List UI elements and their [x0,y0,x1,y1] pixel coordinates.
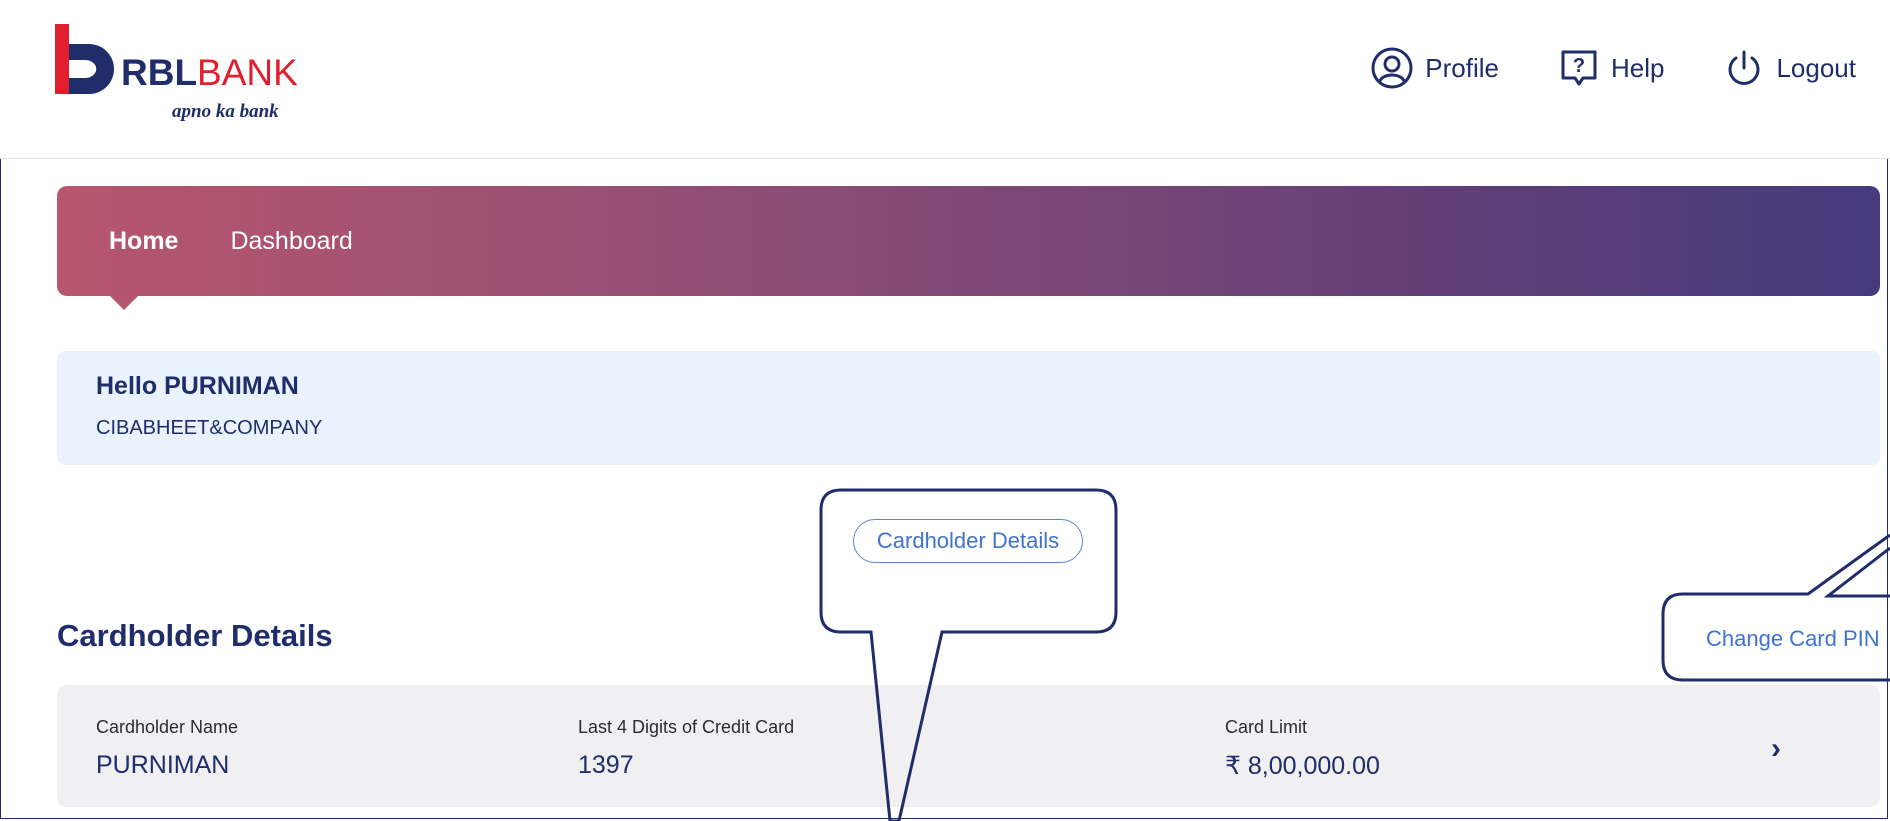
chevron-right-icon[interactable]: › [1771,732,1781,766]
greeting-panel: Hello PURNIMAN CIBABHEET&COMPANY [57,351,1880,465]
power-icon [1729,50,1760,85]
change-card-pin-link[interactable]: Change Card PIN [1706,626,1880,652]
card-limit-label: Card Limit [1225,717,1308,737]
greeting-name: Hello PURNIMAN [96,372,299,400]
help-label: Help [1610,52,1665,83]
header: RBLBANK apno ka bank Profile ? Help Logo… [0,0,1890,159]
banner-tabs: Home Dashboard [109,186,353,296]
profile-link[interactable]: Profile [1371,47,1499,89]
logout-link[interactable]: Logout [1724,48,1856,88]
logo-bank-text: BANK [197,52,298,93]
profile-label: Profile [1425,52,1499,83]
profile-icon [1371,47,1413,89]
cardholder-name-value: PURNIMAN [96,751,230,779]
tab-home[interactable]: Home [109,227,178,256]
card-digits-value: 1397 [578,751,634,779]
card-limit-value: ₹ 8,00,000.00 [1225,752,1380,780]
card-row[interactable]: Cardholder Name PURNIMAN Last 4 Digits o… [57,685,1880,807]
logo-wordmark: RBLBANK [121,54,298,91]
logout-label: Logout [1776,52,1856,83]
nav-banner: Home Dashboard [57,186,1880,296]
logo-rbl-text: RBL [121,52,198,93]
help-icon: ? [1561,50,1597,86]
active-tab-pointer [110,296,138,310]
card-digits-label: Last 4 Digits of Credit Card [578,717,795,737]
tab-dashboard[interactable]: Dashboard [230,227,352,256]
rbl-logo-mark-icon [55,24,114,94]
section-title: Cardholder Details [57,618,333,653]
cardholder-name-label: Cardholder Name [96,717,239,737]
help-link[interactable]: ? Help [1559,48,1664,88]
greeting-company: CIBABHEET&COMPANY [96,417,323,439]
logo-tagline: apno ka bank [172,101,279,122]
cardholder-details-pill[interactable]: Cardholder Details [853,519,1083,563]
svg-text:?: ? [1573,55,1585,77]
top-nav: Profile ? Help Logout [1371,47,1856,89]
